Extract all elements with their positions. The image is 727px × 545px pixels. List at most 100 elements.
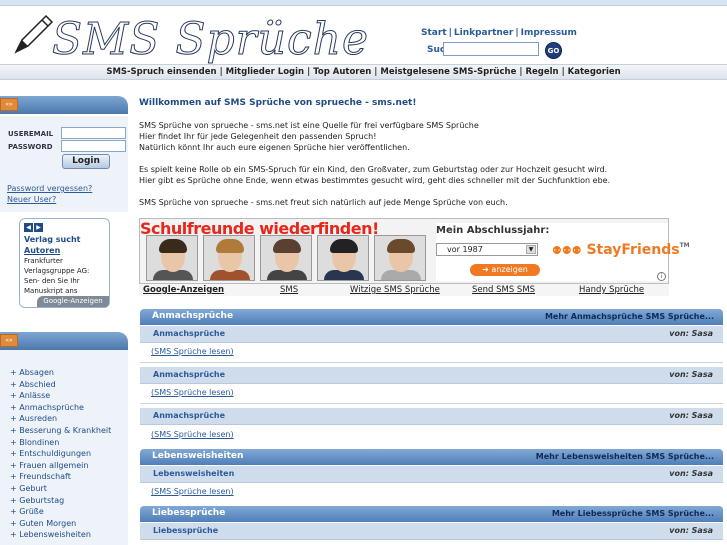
section-more-link[interactable]: Mehr Anmachsprüche SMS Sprüche... [545,312,714,321]
sidebar-tab-icon: «» [0,334,18,347]
link-linkpartner[interactable]: Linkpartner [454,28,513,38]
category-link[interactable]: + Besserung & Krankheit [10,426,111,435]
category-link[interactable]: + Guten Morgen [10,519,76,528]
welcome-heading: Willkommen auf SMS Sprüche von sprueche … [139,98,417,108]
category-link[interactable]: + Freundschaft [10,472,71,481]
nav-mitglieder-login[interactable]: Mitglieder Login [226,67,304,77]
read-link[interactable]: (SMS Sprüche lesen) [151,487,234,496]
entry-author: von: Sasa [669,526,713,535]
intro-line: SMS Sprüche von sprueche - sms.net freut… [139,198,508,207]
category-link[interactable]: + Entschuldigungen [10,449,91,458]
nav-kategorien[interactable]: Kategorien [568,67,621,77]
new-user-link[interactable]: Neuer User? [7,195,56,204]
pencil-icon [14,14,54,54]
banner-form: Mein Abschlussjahr: vor 1987 ▼ ➜ anzeigen… [436,223,690,281]
section-title[interactable]: Anmachsprüche [152,311,233,321]
ad-title[interactable]: Verlag sucht Autoren [24,234,81,256]
search-input[interactable] [443,42,539,56]
category-link[interactable]: + Ausreden [10,414,57,423]
intro-line: Hier gibt es Sprüche ohne Ende, wenn etw… [139,176,611,185]
password-field[interactable] [61,140,126,152]
chevron-down-icon: ▼ [526,245,536,254]
category-link[interactable]: + Lebensweisheiten [10,530,91,539]
category-link[interactable]: + Geburt [10,484,47,493]
abschlussjahr-select[interactable]: vor 1987 ▼ [436,243,538,256]
logo-text: SMS Sprüche [51,14,370,66]
entry-title[interactable]: Lebensweisheiten [153,469,234,478]
sidebar-login-header: «» [0,96,128,114]
divider [140,362,723,363]
ad-link-sms[interactable]: SMS [280,285,298,295]
section-title[interactable]: Lebensweisheiten [152,451,243,461]
main-nav: SMS-Spruch einsenden | Mitglieder Login | To… [0,64,727,80]
intro-line: Natürlich könnt Ihr auch eure eigenen Sp… [139,143,410,152]
password-label: PASSWORD [8,143,53,151]
nav-top-autoren[interactable]: Top Autoren [313,67,371,77]
category-link[interactable]: + Frauen allgemein [10,461,88,470]
nav-regeln[interactable]: Regeln [525,67,558,77]
category-link[interactable]: + Blondinen [10,438,59,447]
forgot-password-link[interactable]: Password vergessen? [7,184,92,193]
ad-links-bar: Google-Anzeigen SMS Witzige SMS Sprüche … [139,284,669,296]
intro-line: Es spielt keine Rolle ob ein SMS-Spruch … [139,165,608,174]
section-header-liebessprueche: Liebessprüche Mehr Liebessprüche SMS Spr… [140,506,723,522]
entry-title[interactable]: Anmachsprüche [153,370,225,379]
nav-sms-spruch-einsenden[interactable]: SMS-Spruch einsenden [106,67,216,77]
google-ads-badge[interactable]: Google-Anzeigen [37,296,109,307]
top-links: Start | Linkpartner | Impressum [421,28,577,38]
link-start[interactable]: Start [421,28,447,38]
entry-title[interactable]: Liebessprüche [153,526,218,535]
read-link[interactable]: (SMS Sprüche lesen) [151,430,234,439]
ad-link-handy[interactable]: Handy Sprüche [579,285,644,295]
intro-line: Hier findet Ihr für jede Gelegenheit den… [139,132,377,141]
entry-title[interactable]: Anmachsprüche [153,329,225,338]
entry-row: Lebensweisheiten von: Sasa [140,466,723,483]
arrow-right-icon[interactable]: ▶ [34,223,43,232]
face-photo [260,235,312,281]
login-button[interactable]: Login [62,154,110,169]
read-link[interactable]: (SMS Sprüche lesen) [151,388,234,397]
entry-author: von: Sasa [669,469,713,478]
ad-nav-arrows: ◀ ▶ [24,222,44,232]
category-link[interactable]: + Absagen [10,368,54,377]
anzeigen-button[interactable]: ➜ anzeigen [470,264,540,276]
read-row: (SMS Sprüche lesen) [140,386,723,400]
entry-row: Liebessprüche von: Sasa [140,523,723,540]
section-title[interactable]: Liebessprüche [152,508,225,518]
read-row: (SMS Sprüche lesen) [140,485,723,499]
category-link[interactable]: + Grüße [10,507,44,516]
read-row: (SMS Sprüche lesen) [140,345,723,359]
category-link[interactable]: + Anlässe [10,391,50,400]
user-email-field[interactable] [61,127,126,139]
sidebar-ad[interactable]: ◀ ▶ Verlag sucht Autoren Frankfurter Verla… [19,218,110,308]
category-link[interactable]: + Abschied [10,380,56,389]
face-photo [374,235,426,281]
face-photo [317,235,369,281]
face-photo [146,235,198,281]
people-icon: ⚉⚉⚉ [552,244,582,257]
ad-link-witzige[interactable]: Witzige SMS Sprüche [350,285,440,295]
ad-link-send-sms[interactable]: Send SMS SMS [472,285,535,295]
entry-author: von: Sasa [669,370,713,379]
user-label: USEREMAIL [8,130,54,138]
read-link[interactable]: (SMS Sprüche lesen) [151,347,234,356]
info-icon[interactable]: i [657,272,666,281]
sidebar-categories-header: «» [0,332,128,350]
ad-link-google[interactable]: Google-Anzeigen [143,285,224,295]
section-header-lebensweisheiten: Lebensweisheiten Mehr Lebensweisheiten S… [140,449,723,465]
entry-row: Anmachsprüche von: Sasa [140,326,723,343]
section-more-link[interactable]: Mehr Liebessprüche SMS Sprüche... [552,509,714,518]
section-more-link[interactable]: Mehr Lebensweisheiten SMS Sprüche... [536,452,714,461]
entry-author: von: Sasa [669,329,713,338]
entry-title[interactable]: Anmachsprüche [153,411,225,420]
stayfriends-banner[interactable]: Schulfreunde wiederfinden! Mein Abschlus… [139,218,690,284]
category-link[interactable]: + Geburtstag [10,496,64,505]
site-logo[interactable]: SMS Sprüche [12,10,402,66]
search-go-button[interactable]: GO [545,42,562,59]
nav-meistgelesene[interactable]: Meistgelesene SMS-Sprüche [380,67,516,77]
link-impressum[interactable]: Impressum [521,28,577,38]
read-row: (SMS Sprüche lesen) [140,428,723,442]
ad-body: Frankfurter Verlagsgruppe AG: Sen- den S… [24,257,90,295]
arrow-left-icon[interactable]: ◀ [24,223,33,232]
category-link[interactable]: + Anmachsprüche [10,403,84,412]
